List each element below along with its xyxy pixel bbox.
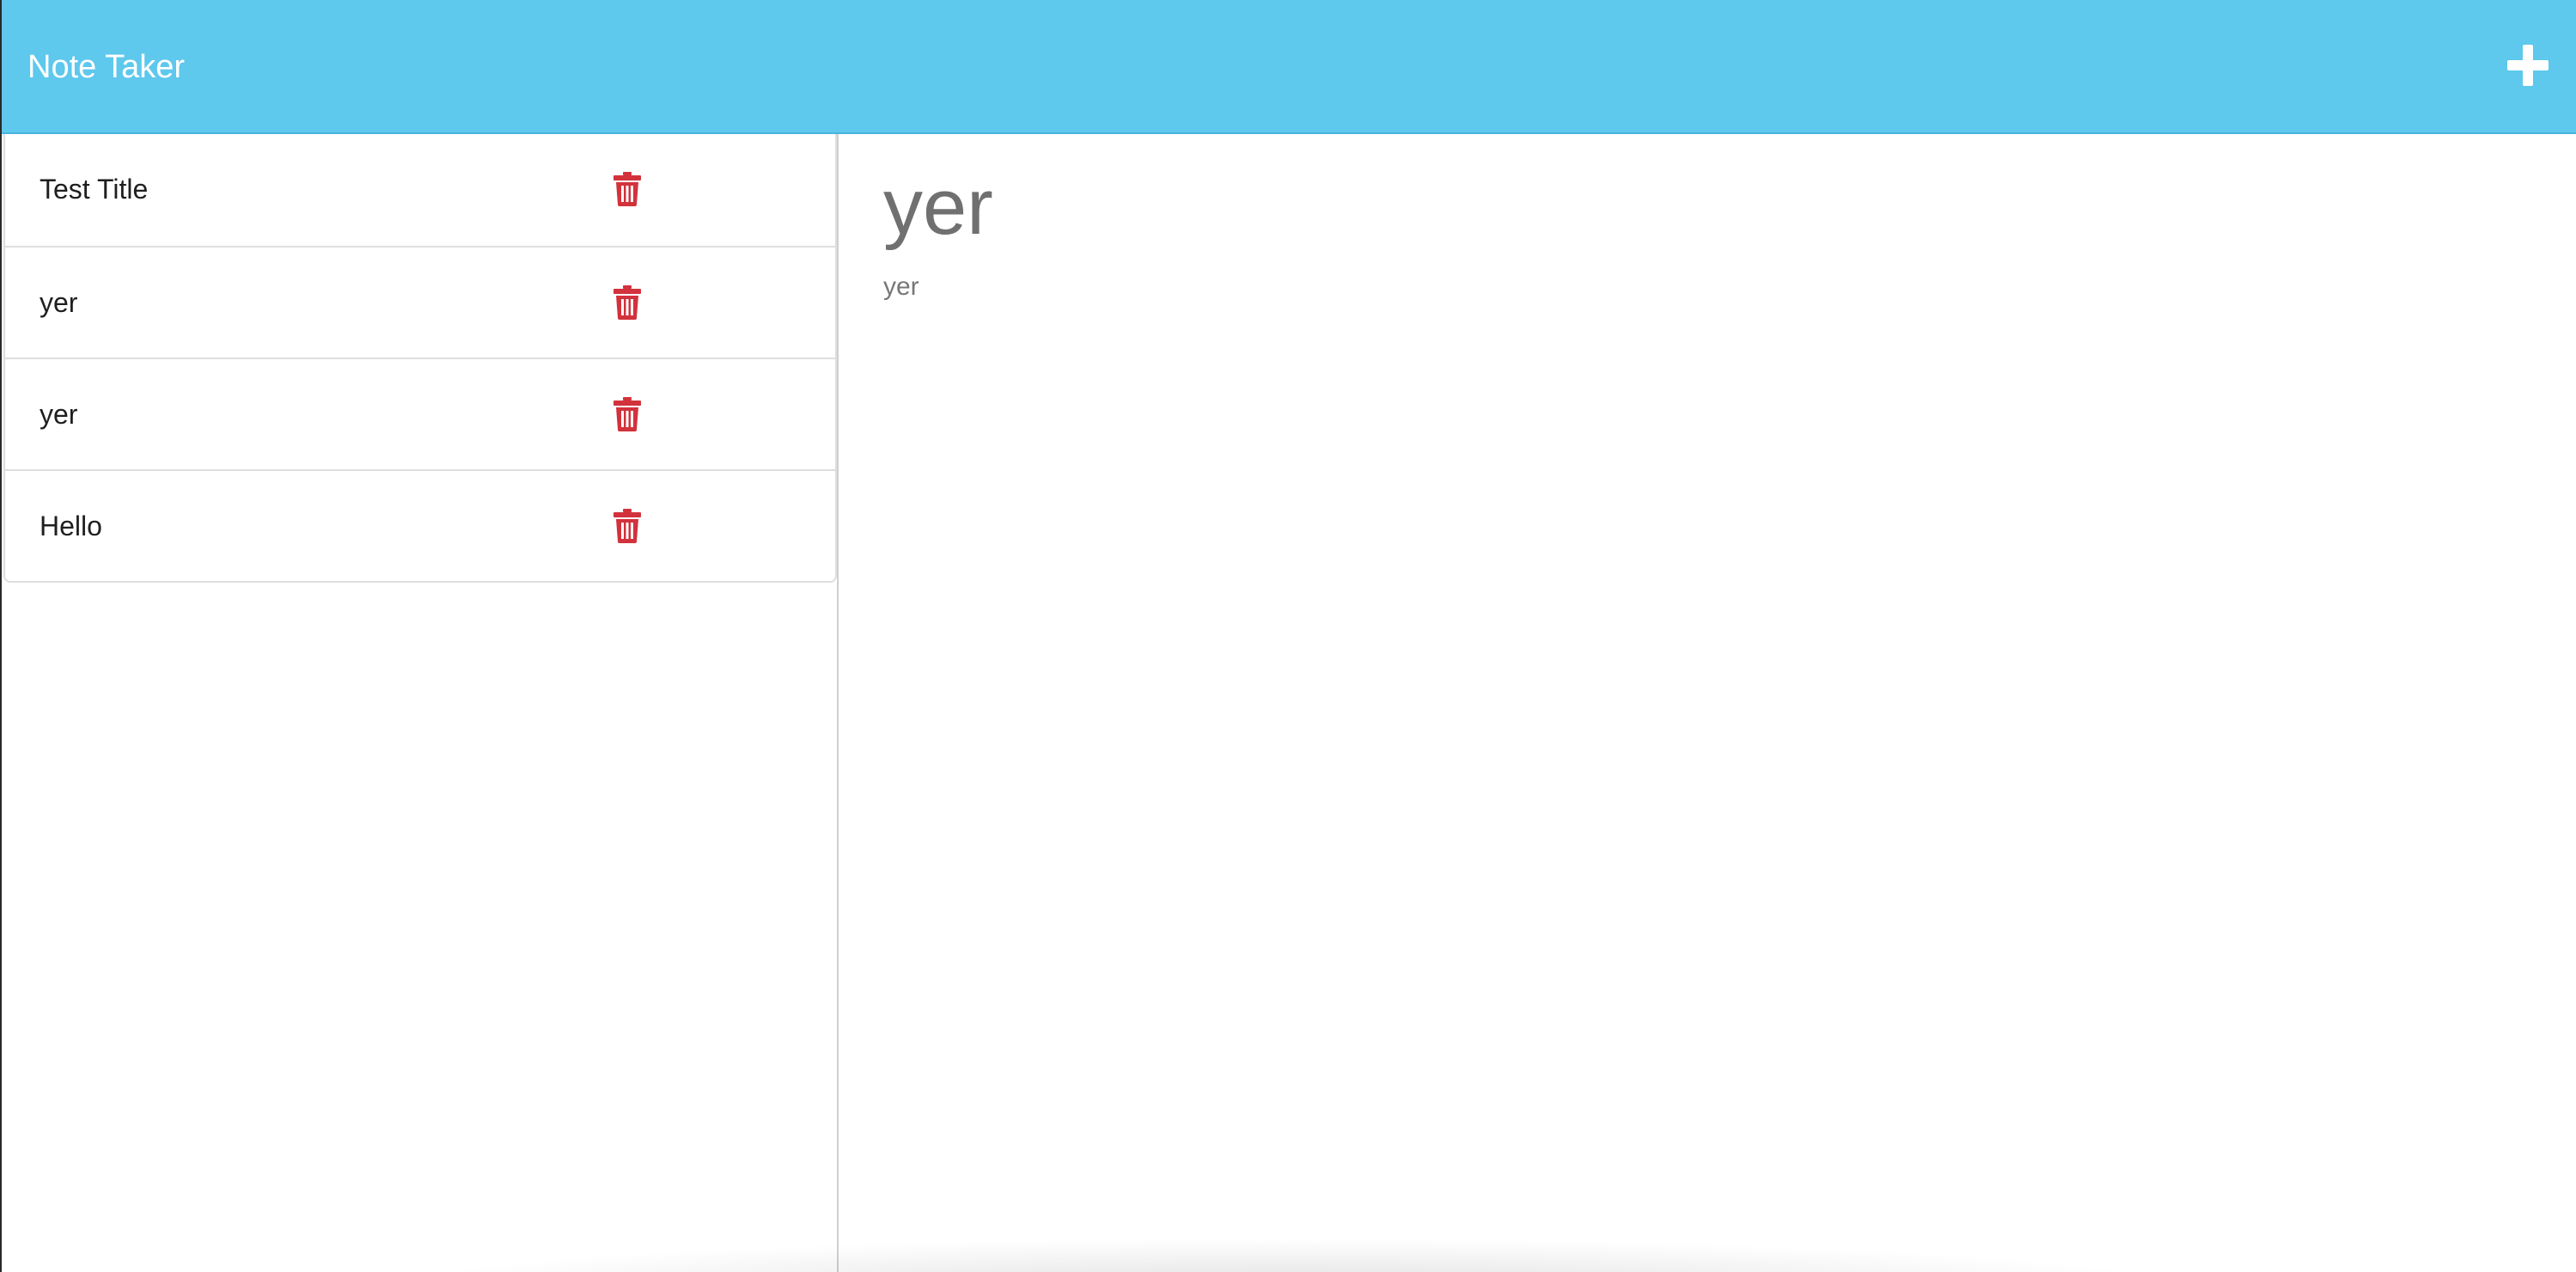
- list-item[interactable]: Test Title: [5, 134, 835, 246]
- trash-icon[interactable]: [613, 397, 641, 431]
- notes-sidebar: Test Title yer: [2, 134, 839, 1272]
- note-text-area[interactable]: yer: [883, 270, 919, 304]
- note-editor: yer yer: [840, 134, 2576, 1272]
- new-note-button[interactable]: [2504, 41, 2552, 89]
- note-title: Test Title: [40, 174, 149, 205]
- trash-icon[interactable]: [613, 172, 641, 206]
- note-title: yer: [40, 287, 78, 318]
- plus-icon: [2507, 45, 2549, 86]
- note-title-input[interactable]: yer: [883, 160, 993, 254]
- trash-icon[interactable]: [613, 285, 641, 320]
- note-list: Test Title yer: [3, 134, 837, 583]
- brand-title[interactable]: Note Taker: [27, 45, 185, 89]
- app-window: Note Taker Test Title: [0, 0, 2576, 1272]
- note-title: Hello: [40, 511, 102, 541]
- note-title: yer: [40, 399, 78, 430]
- list-item[interactable]: yer: [5, 246, 835, 358]
- trash-icon[interactable]: [613, 509, 641, 543]
- list-item[interactable]: yer: [5, 358, 835, 469]
- list-item[interactable]: Hello: [5, 469, 835, 581]
- navbar: Note Taker: [2, 0, 2576, 134]
